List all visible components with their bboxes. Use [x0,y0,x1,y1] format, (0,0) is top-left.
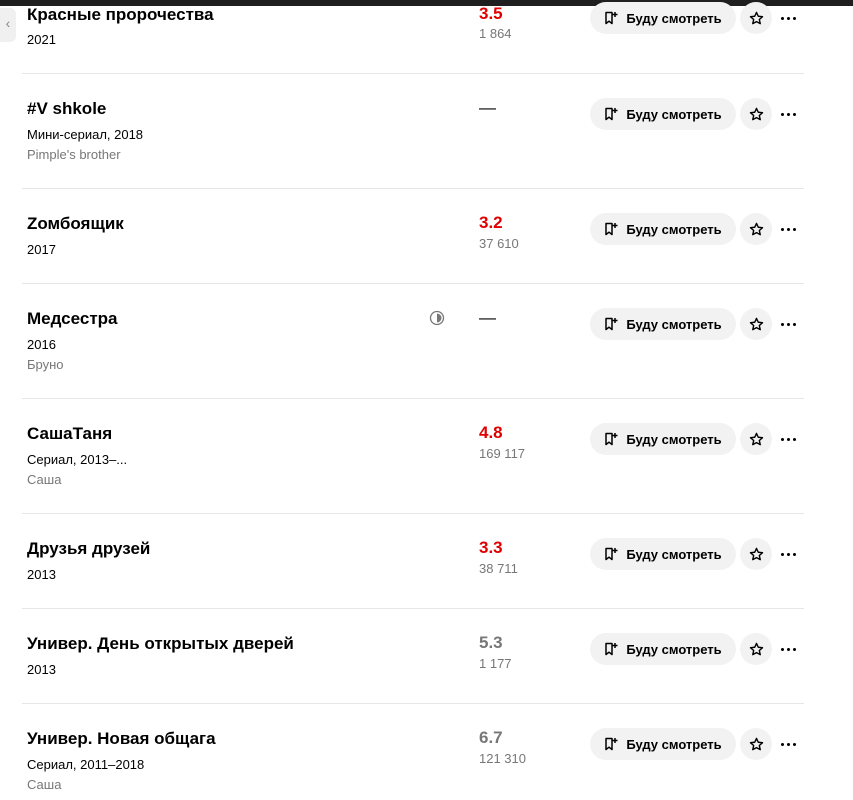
rate-button[interactable] [740,728,772,760]
film-votes: 121 310 [479,751,526,766]
rate-button[interactable] [740,98,772,130]
rate-button[interactable] [740,308,772,340]
bookmark-add-icon [605,317,618,331]
more-dots-icon[interactable] [776,98,800,130]
list-item: Друзья друзей 2013 3.3 38 711 Буду смотр… [22,514,804,609]
film-title[interactable]: Друзья друзей [27,538,150,560]
film-title[interactable]: Красные пророчества [27,4,214,26]
film-meta: 2021 [27,32,56,47]
watch-later-button[interactable]: Буду смотреть [590,423,736,455]
rate-button[interactable] [740,538,772,570]
film-votes: 38 711 [479,561,518,576]
list-item: Медсестра 2016 Бруно — Буду смотреть [22,284,804,399]
film-meta: 2013 [27,567,56,582]
film-title[interactable]: #V shkole [27,98,106,120]
more-dots-icon[interactable] [776,2,800,34]
star-icon [749,107,763,120]
watch-later-label: Буду смотреть [626,316,722,332]
film-rating: 6.7 [479,728,503,747]
bookmark-add-icon [605,642,618,656]
film-votes: 1 864 [479,26,512,41]
half-circle-icon[interactable] [429,310,445,326]
watch-later-label: Буду смотреть [626,546,722,562]
watch-later-button[interactable]: Буду смотреть [590,213,736,245]
watch-later-label: Буду смотреть [626,431,722,447]
watch-later-label: Буду смотреть [626,10,722,26]
more-dots-icon[interactable] [776,633,800,665]
watch-later-label: Буду смотреть [626,641,722,657]
watch-later-button[interactable]: Буду смотреть [590,633,736,665]
bookmark-add-icon [605,222,618,236]
film-rating: 3.5 [479,4,503,23]
film-rating: — [479,308,496,327]
more-dots-icon[interactable] [776,213,800,245]
list-item: Универ. День открытых дверей 2013 5.3 1 … [22,609,804,704]
star-icon [749,11,763,24]
film-rating: 4.8 [479,423,503,442]
chevron-left-icon[interactable]: ‹ [0,8,16,42]
rate-button[interactable] [740,423,772,455]
list-item: СашаТаня Сериал, 2013–... Саша 4.8 169 1… [22,399,804,514]
bookmark-add-icon [605,107,618,121]
rate-button[interactable] [740,213,772,245]
watch-later-button[interactable]: Буду смотреть [590,728,736,760]
film-role: Бруно [27,357,64,372]
more-dots-icon[interactable] [776,308,800,340]
film-role: Саша [27,472,62,487]
watch-later-button[interactable]: Буду смотреть [590,308,736,340]
list-item: Zомбоящик 2017 3.2 37 610 Буду смотреть [22,189,804,284]
film-title[interactable]: Универ. День открытых дверей [27,633,294,655]
star-icon [749,317,763,330]
star-icon [749,737,763,750]
film-meta: 2013 [27,662,56,677]
film-rating: — [479,98,496,117]
film-title[interactable]: Универ. Новая общага [27,728,216,750]
more-dots-icon[interactable] [776,728,800,760]
film-meta: Сериал, 2013–... [27,452,128,467]
film-rating: 3.3 [479,538,503,557]
star-icon [749,222,763,235]
film-meta: Сериал, 2011–2018 [27,757,145,772]
film-meta: 2017 [27,242,56,257]
film-title[interactable]: Медсестра [27,308,118,330]
film-rating: 3.2 [479,213,503,232]
more-dots-icon[interactable] [776,423,800,455]
list-item: #V shkole Мини-сериал, 2018 Pimple's bro… [22,74,804,189]
film-votes: 169 117 [479,446,526,461]
star-icon [749,547,763,560]
star-icon [749,432,763,445]
bookmark-add-icon [605,737,618,751]
film-votes: 1 177 [479,656,512,671]
film-title[interactable]: Zомбоящик [27,213,124,235]
star-icon [749,642,763,655]
film-meta: Мини-сериал, 2018 [27,127,144,142]
rate-button[interactable] [740,633,772,665]
more-dots-icon[interactable] [776,538,800,570]
watch-later-label: Буду смотреть [626,106,722,122]
bookmark-add-icon [605,432,618,446]
watch-later-button[interactable]: Буду смотреть [590,538,736,570]
film-role: Pimple's brother [27,147,121,162]
bookmark-add-icon [605,11,618,25]
list-item: Универ. Новая общага Сериал, 2011–2018 С… [22,704,804,800]
watch-later-button[interactable]: Буду смотреть [590,2,736,34]
film-title[interactable]: СашаТаня [27,423,112,445]
film-meta: 2016 [27,337,56,352]
rate-button[interactable] [740,2,772,34]
list-item: Красные пророчества 2021 3.5 1 864 Буду … [22,0,804,74]
bookmark-add-icon [605,547,618,561]
watch-later-button[interactable]: Буду смотреть [590,98,736,130]
watch-later-label: Буду смотреть [626,736,722,752]
film-role: Саша [27,777,62,792]
film-list: Красные пророчества 2021 3.5 1 864 Буду … [22,0,804,800]
film-rating: 5.3 [479,633,503,652]
watch-later-label: Буду смотреть [626,221,722,237]
film-votes: 37 610 [479,236,519,251]
